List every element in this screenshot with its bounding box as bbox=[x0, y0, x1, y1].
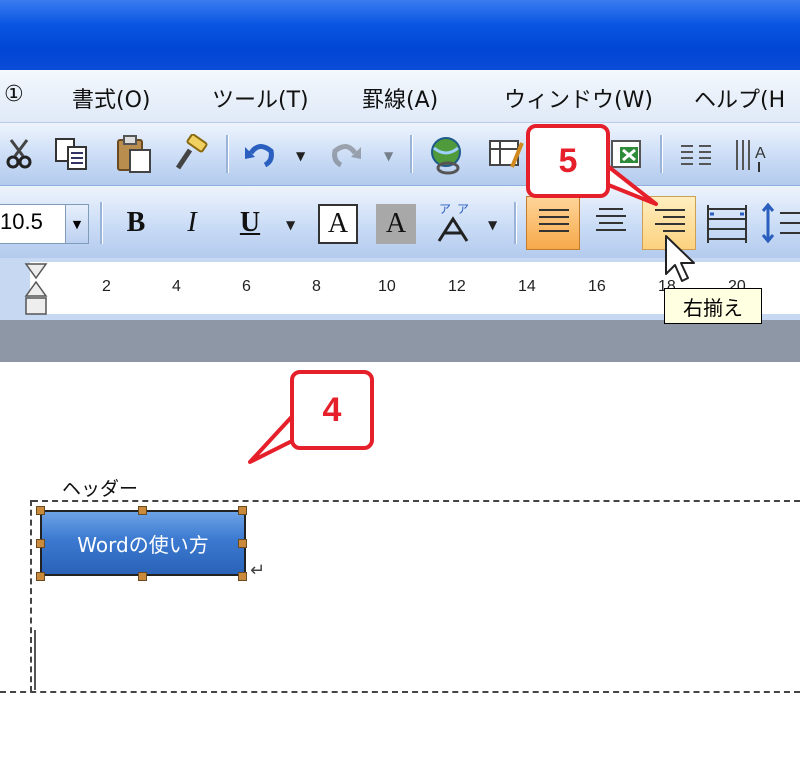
header-image-text: Wordの使い方 bbox=[77, 532, 209, 557]
ruler-tick: 4 bbox=[172, 278, 181, 295]
font-size-combobox[interactable]: 10.5 ▼ bbox=[0, 204, 89, 244]
selection-handle[interactable] bbox=[36, 506, 45, 515]
menu-item-help[interactable]: ヘルプ(H bbox=[694, 82, 785, 114]
selection-handle[interactable] bbox=[36, 572, 45, 581]
step-5-number: 5 bbox=[558, 141, 578, 180]
indent-marker-icon[interactable] bbox=[24, 262, 48, 318]
selection-handle[interactable] bbox=[138, 572, 147, 581]
text-cursor-line bbox=[34, 630, 36, 690]
selection-handle[interactable] bbox=[238, 572, 247, 581]
ruler-tick: 16 bbox=[588, 278, 606, 295]
undo-icon[interactable] bbox=[240, 135, 280, 173]
paste-icon[interactable] bbox=[112, 133, 156, 175]
mouse-cursor-icon bbox=[664, 234, 698, 288]
title-bar bbox=[0, 0, 800, 70]
menu-item-window[interactable]: ウィンドウ(W) bbox=[504, 82, 653, 114]
step-4-callout: 4 bbox=[290, 370, 374, 450]
format-painter-icon[interactable] bbox=[168, 133, 212, 175]
selection-handle[interactable] bbox=[36, 539, 45, 548]
italic-button[interactable]: I bbox=[170, 202, 214, 244]
header-border-left bbox=[30, 500, 32, 692]
align-justify-icon bbox=[539, 209, 569, 239]
undo-dropdown-icon[interactable]: ▼ bbox=[296, 149, 305, 163]
menu-item-format[interactable]: 書式(O) bbox=[72, 82, 150, 114]
distributed-align-icon[interactable] bbox=[704, 198, 750, 248]
page-gap bbox=[0, 320, 800, 362]
tooltip-text: 右揃え bbox=[683, 295, 743, 320]
character-border-button[interactable]: A bbox=[318, 204, 358, 244]
paragraph-mark-icon: ↵ bbox=[250, 560, 266, 581]
step-5-callout: 5 bbox=[526, 124, 610, 198]
align-right-tooltip: 右揃え bbox=[664, 288, 762, 324]
underline-dropdown-icon[interactable]: ▼ bbox=[286, 218, 295, 232]
text-direction-icon[interactable]: A bbox=[732, 133, 778, 175]
step-4-number: 4 bbox=[322, 390, 342, 429]
cut-icon[interactable] bbox=[4, 137, 36, 171]
phonetic-guide-icon[interactable]: アア bbox=[432, 200, 478, 246]
svg-text:ア: ア bbox=[439, 202, 451, 216]
align-justify-button[interactable] bbox=[526, 196, 580, 250]
header-border-bottom bbox=[0, 691, 800, 693]
selection-handle[interactable] bbox=[238, 506, 247, 515]
underline-button[interactable]: U bbox=[228, 202, 272, 244]
ruler-tick: 14 bbox=[518, 278, 536, 295]
align-center-icon bbox=[596, 208, 626, 238]
svg-text:A: A bbox=[755, 145, 766, 162]
ruler-tick: 2 bbox=[102, 278, 111, 295]
header-label: ヘッダー bbox=[62, 478, 139, 500]
selection-handle[interactable] bbox=[138, 506, 147, 515]
header-image-button[interactable]: Wordの使い方 bbox=[40, 510, 246, 576]
header-border-top bbox=[32, 500, 800, 502]
tables-borders-icon[interactable] bbox=[486, 135, 526, 173]
svg-text:ア: ア bbox=[457, 202, 469, 216]
bold-button[interactable]: B bbox=[114, 202, 158, 244]
ruler-tick: 6 bbox=[242, 278, 251, 295]
menu-bar: ① 書式(O) ツール(T) 罫線(A) ウィンドウ(W) ヘルプ(H bbox=[0, 70, 800, 123]
font-size-value: 10.5 bbox=[0, 209, 43, 234]
character-shading-button[interactable]: A bbox=[376, 204, 416, 244]
selection-handle[interactable] bbox=[238, 539, 247, 548]
ruler-tick: 10 bbox=[378, 278, 396, 295]
font-size-dropdown-icon[interactable]: ▼ bbox=[65, 205, 88, 243]
toolbar-separator bbox=[514, 202, 517, 244]
toolbar-separator bbox=[226, 135, 229, 173]
redo-icon[interactable] bbox=[326, 135, 366, 173]
line-spacing-icon[interactable] bbox=[760, 198, 800, 248]
toolbar-separator bbox=[410, 135, 413, 173]
menu-item-tools[interactable]: ツール(T) bbox=[212, 82, 309, 114]
columns-icon[interactable] bbox=[676, 137, 716, 171]
copy-icon[interactable] bbox=[52, 135, 92, 173]
standard-toolbar: ▼ ▼ A bbox=[0, 123, 800, 186]
redo-dropdown-icon[interactable]: ▼ bbox=[384, 149, 393, 163]
menu-item-table[interactable]: 罫線(A) bbox=[362, 82, 438, 114]
hyperlink-icon[interactable] bbox=[424, 133, 470, 177]
ruler-tick: 12 bbox=[448, 278, 466, 295]
phonetic-dropdown-icon[interactable]: ▼ bbox=[488, 218, 497, 232]
toolbar-separator bbox=[100, 202, 103, 244]
ruler-tick: 8 bbox=[312, 278, 321, 295]
menu-item-insert[interactable]: ① bbox=[4, 82, 24, 107]
